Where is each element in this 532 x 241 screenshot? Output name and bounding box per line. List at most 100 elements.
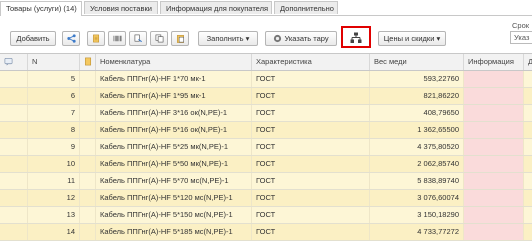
table-row[interactable]: 9 Кабель ППГнг(А)-HF 5*25 мк(N,PE)-1 ГОСТ 4… — [0, 139, 532, 156]
weight-cell[interactable]: 408,79650 — [370, 105, 464, 121]
col-info[interactable]: Информация — [464, 54, 524, 70]
nomenclature-cell[interactable]: Кабель ППГнг(А)-HF 5*120 мс(N,PE)-1 — [96, 190, 252, 206]
table-row[interactable]: 8 Кабель ППГнг(А)-HF 5*16 ок(N,PE)-1 ГОСТ 1… — [0, 122, 532, 139]
characteristic-cell[interactable]: ГОСТ — [252, 207, 370, 223]
table-row[interactable]: 10 Кабель ППГнг(А)-HF 5*50 мк(N,PE)-1 ГОСТ… — [0, 156, 532, 173]
srok-label: Срок — [512, 21, 530, 30]
structure-button[interactable] — [341, 26, 371, 48]
share-button[interactable] — [62, 31, 80, 46]
row-number[interactable]: 7 — [28, 105, 80, 121]
tab-goods[interactable]: Товары (услуги) (14) — [0, 1, 82, 16]
table-row[interactable]: 5 Кабель ППГнг(А)-HF 1*70 мк-1 ГОСТ 593,227… — [0, 71, 532, 88]
col-extra[interactable]: Д — [524, 54, 532, 70]
type-icon — [85, 57, 92, 66]
characteristic-cell[interactable]: ГОСТ — [252, 224, 370, 240]
row-type-cell — [80, 105, 96, 121]
info-cell[interactable] — [464, 173, 524, 189]
info-cell[interactable] — [464, 139, 524, 155]
barcode-button[interactable] — [108, 31, 126, 46]
characteristic-cell[interactable]: ГОСТ — [252, 122, 370, 138]
nomenclature-cell[interactable]: Кабель ППГнг(А)-HF 5*50 мк(N,PE)-1 — [96, 156, 252, 172]
chevron-down-icon: ▾ — [436, 34, 441, 43]
row-number[interactable]: 5 — [28, 71, 80, 87]
characteristic-cell[interactable]: ГОСТ — [252, 190, 370, 206]
table-row[interactable]: 14 Кабель ППГнг(А)-HF 5*185 мс(N,PE)-1 ГОС… — [0, 224, 532, 241]
nomenclature-cell[interactable]: Кабель ППГнг(А)-HF 3*16 ок(N,PE)-1 — [96, 105, 252, 121]
col-characteristic[interactable]: Характеристика — [252, 54, 370, 70]
row-number[interactable]: 9 — [28, 139, 80, 155]
col-nomenclature[interactable]: Номенклатура — [96, 54, 252, 70]
characteristic-cell[interactable]: ГОСТ — [252, 71, 370, 87]
characteristic-cell[interactable]: ГОСТ — [252, 88, 370, 104]
info-cell[interactable] — [464, 156, 524, 172]
info-cell[interactable] — [464, 190, 524, 206]
info-cell[interactable] — [464, 224, 524, 240]
doc-select-button[interactable] — [87, 31, 105, 46]
table-row[interactable]: 13 Кабель ППГнг(А)-HF 5*150 мс(N,PE)-1 ГОС… — [0, 207, 532, 224]
weight-cell[interactable]: 4 375,80520 — [370, 139, 464, 155]
table-row[interactable]: 11 Кабель ППГнг(А)-HF 5*70 мс(N,PE)-1 ГОСТ… — [0, 173, 532, 190]
nomenclature-cell[interactable]: Кабель ППГнг(А)-HF 5*16 ок(N,PE)-1 — [96, 122, 252, 138]
srok-field[interactable]: Указ — [510, 31, 532, 44]
weight-cell[interactable]: 1 362,65500 — [370, 122, 464, 138]
document-icon — [92, 34, 99, 42]
characteristic-cell[interactable]: ГОСТ — [252, 105, 370, 121]
tab-additional[interactable]: Дополнительно — [274, 1, 338, 14]
info-cell[interactable] — [464, 105, 524, 121]
pick-button[interactable] — [129, 31, 147, 46]
info-cell[interactable] — [464, 207, 524, 223]
extra-cell[interactable] — [524, 190, 532, 206]
extra-cell[interactable] — [524, 207, 532, 223]
weight-cell[interactable]: 5 838,89740 — [370, 173, 464, 189]
weight-cell[interactable]: 3 150,18290 — [370, 207, 464, 223]
paste-button[interactable] — [171, 31, 189, 46]
specify-tare-button[interactable]: Указать тару — [265, 31, 337, 46]
nomenclature-cell[interactable]: Кабель ППГнг(А)-HF 5*70 мс(N,PE)-1 — [96, 173, 252, 189]
tab-delivery[interactable]: Условия поставки — [84, 1, 158, 14]
paste-icon — [176, 34, 184, 43]
extra-cell[interactable] — [524, 122, 532, 138]
extra-cell[interactable] — [524, 173, 532, 189]
share-icon — [66, 33, 76, 43]
info-cell[interactable] — [464, 88, 524, 104]
info-cell[interactable] — [464, 122, 524, 138]
table-row[interactable]: 7 Кабель ППГнг(А)-HF 3*16 ок(N,PE)-1 ГОСТ 4… — [0, 105, 532, 122]
row-number[interactable]: 11 — [28, 173, 80, 189]
weight-cell[interactable]: 821,86220 — [370, 88, 464, 104]
copy-button[interactable] — [150, 31, 168, 46]
table-row[interactable]: 6 Кабель ППГнг(А)-HF 1*95 мк-1 ГОСТ 821,862… — [0, 88, 532, 105]
extra-cell[interactable] — [524, 88, 532, 104]
nomenclature-cell[interactable]: Кабель ППГнг(А)-HF 5*185 мс(N,PE)-1 — [96, 224, 252, 240]
extra-cell[interactable] — [524, 105, 532, 121]
extra-cell[interactable] — [524, 156, 532, 172]
nomenclature-cell[interactable]: Кабель ППГнг(А)-HF 1*70 мк-1 — [96, 71, 252, 87]
characteristic-cell[interactable]: ГОСТ — [252, 173, 370, 189]
row-number[interactable]: 12 — [28, 190, 80, 206]
row-number[interactable]: 10 — [28, 156, 80, 172]
info-cell[interactable] — [464, 71, 524, 87]
add-button[interactable]: Добавить — [10, 31, 56, 46]
weight-cell[interactable]: 2 062,85740 — [370, 156, 464, 172]
extra-cell[interactable] — [524, 224, 532, 240]
extra-cell[interactable] — [524, 139, 532, 155]
characteristic-cell[interactable]: ГОСТ — [252, 156, 370, 172]
extra-cell[interactable] — [524, 71, 532, 87]
row-number[interactable]: 14 — [28, 224, 80, 240]
fill-dropdown[interactable]: Заполнить ▾ — [198, 31, 258, 46]
row-type-cell — [80, 71, 96, 87]
weight-cell[interactable]: 3 076,60074 — [370, 190, 464, 206]
nomenclature-cell[interactable]: Кабель ППГнг(А)-HF 5*25 мк(N,PE)-1 — [96, 139, 252, 155]
nomenclature-cell[interactable]: Кабель ППГнг(А)-HF 5*150 мс(N,PE)-1 — [96, 207, 252, 223]
weight-cell[interactable]: 593,22760 — [370, 71, 464, 87]
row-number[interactable]: 8 — [28, 122, 80, 138]
characteristic-cell[interactable]: ГОСТ — [252, 139, 370, 155]
row-number[interactable]: 13 — [28, 207, 80, 223]
prices-discounts-dropdown[interactable]: Цены и скидки ▾ — [378, 31, 446, 46]
col-weight[interactable]: Вес меди — [370, 54, 464, 70]
table-row[interactable]: 12 Кабель ППГнг(А)-HF 5*120 мс(N,PE)-1 ГОС… — [0, 190, 532, 207]
col-n[interactable]: N — [28, 54, 80, 70]
row-number[interactable]: 6 — [28, 88, 80, 104]
weight-cell[interactable]: 4 733,77272 — [370, 224, 464, 240]
nomenclature-cell[interactable]: Кабель ППГнг(А)-HF 1*95 мк-1 — [96, 88, 252, 104]
tab-buyer-info[interactable]: Информация для покупателя — [160, 1, 272, 14]
